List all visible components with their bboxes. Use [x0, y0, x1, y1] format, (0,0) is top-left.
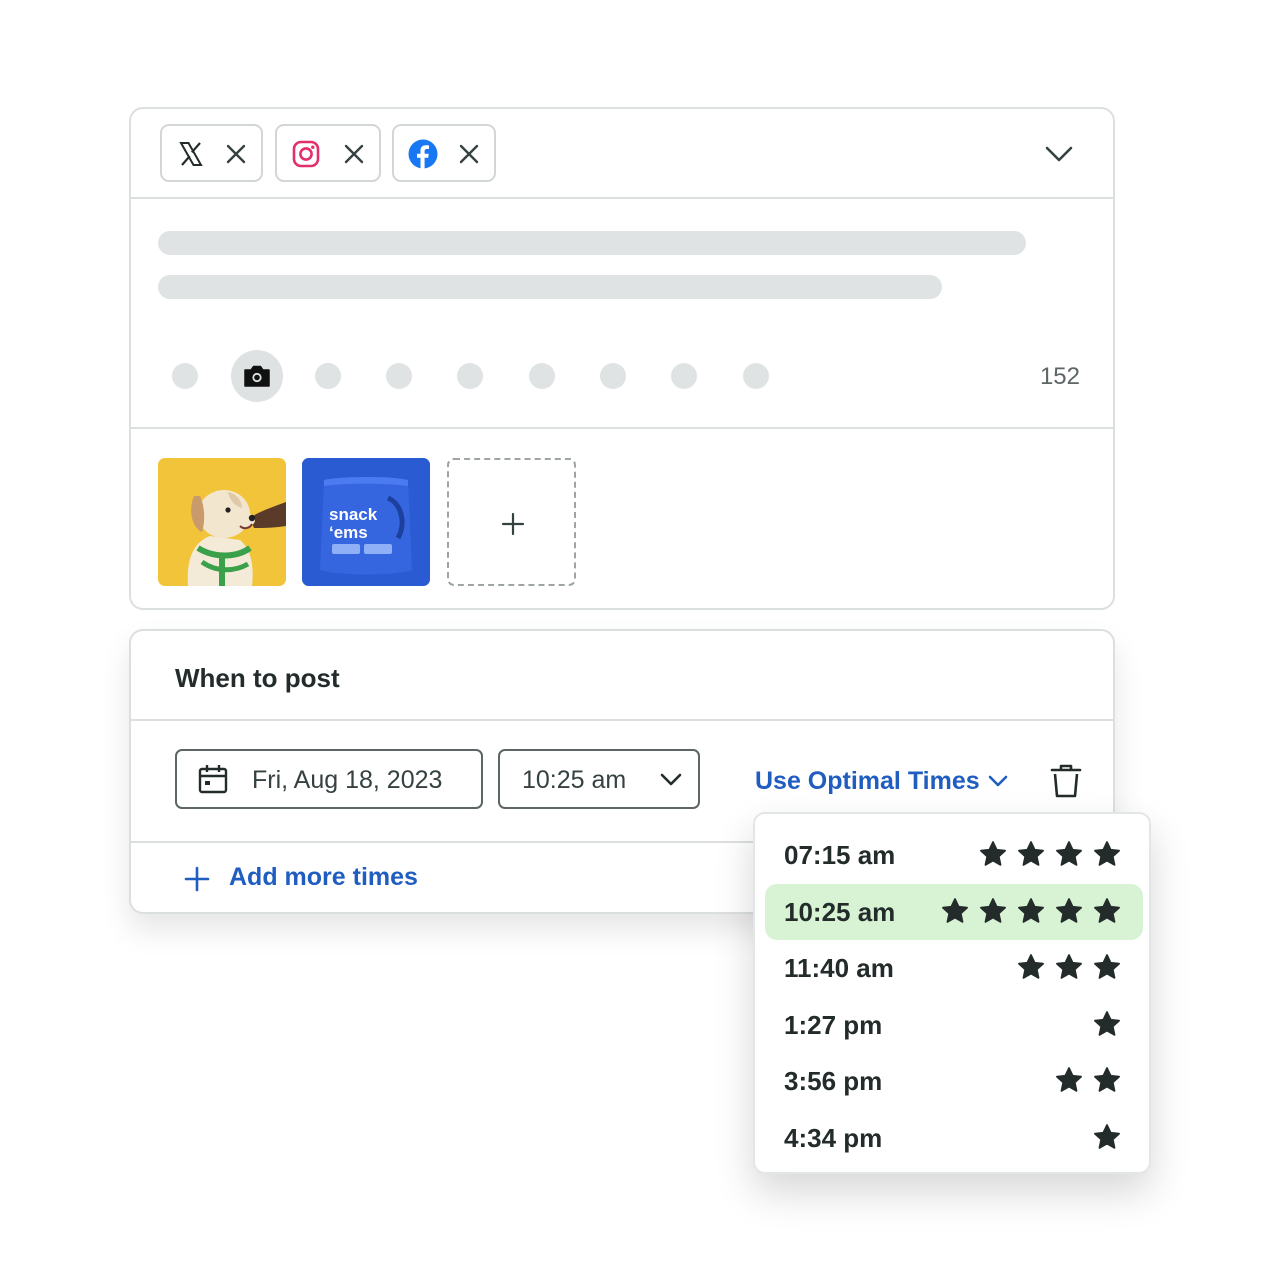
option-time: 07:15 am — [784, 840, 896, 870]
toolbar-button[interactable] — [671, 363, 697, 389]
option-time: 11:40 am — [784, 953, 894, 983]
add-media-button[interactable] — [447, 458, 576, 586]
network-chip-instagram[interactable] — [275, 124, 381, 182]
trash-icon[interactable] — [1047, 763, 1085, 799]
toolbar-button[interactable] — [386, 363, 412, 389]
toolbar-button[interactable] — [315, 363, 341, 389]
close-icon[interactable] — [341, 141, 367, 167]
plus-icon — [184, 866, 210, 892]
dog-image — [158, 458, 286, 586]
star-icon — [1056, 954, 1082, 979]
camera-button[interactable] — [231, 350, 283, 402]
optimal-times-label: Use Optimal Times — [755, 767, 980, 795]
star-icon — [1094, 1011, 1120, 1036]
facebook-logo-icon — [408, 139, 438, 169]
optimal-times-dropdown: 07:15 am 10:25 am 11:40 am 1:27 pm 3:56 … — [753, 812, 1151, 1174]
star-icon — [980, 898, 1006, 923]
star-icon — [942, 898, 968, 923]
media-thumbnail-product[interactable]: snack ‘ems — [302, 458, 430, 586]
snack-label-line2: ‘ems — [329, 523, 368, 542]
rating-stars — [1017, 953, 1121, 983]
rating-stars — [1055, 1066, 1121, 1096]
option-time: 10:25 am — [784, 897, 896, 927]
camera-icon — [244, 365, 270, 387]
media-row: snack ‘ems — [131, 427, 1113, 586]
rating-stars — [941, 897, 1121, 927]
star-icon — [1094, 841, 1120, 866]
divider — [131, 719, 1113, 721]
star-icon — [1018, 898, 1044, 923]
date-value: Fri, Aug 18, 2023 — [252, 766, 443, 794]
snack-bag-image: snack ‘ems — [302, 458, 430, 586]
add-more-times-label: Add more times — [229, 863, 418, 891]
star-icon — [1018, 954, 1044, 979]
star-icon — [1056, 1067, 1082, 1092]
star-icon — [1094, 1067, 1120, 1092]
calendar-icon — [198, 765, 228, 794]
option-time: 3:56 pm — [784, 1066, 883, 1096]
star-icon — [980, 841, 1006, 866]
chevron-down-icon[interactable] — [1041, 139, 1077, 169]
network-chip-x[interactable] — [160, 124, 263, 182]
star-icon — [1094, 954, 1120, 979]
star-icon — [1094, 1124, 1120, 1149]
option-time: 1:27 pm — [784, 1010, 883, 1040]
text-placeholder-line — [158, 275, 942, 299]
instagram-logo-icon — [292, 140, 320, 168]
optimal-time-option-selected[interactable]: 10:25 am — [765, 884, 1143, 940]
snack-label-line1: snack — [329, 505, 378, 524]
star-icon — [1018, 841, 1044, 866]
date-picker[interactable]: Fri, Aug 18, 2023 — [175, 749, 483, 809]
close-icon[interactable] — [223, 141, 249, 167]
star-icon — [1056, 841, 1082, 866]
toolbar-button[interactable] — [457, 363, 483, 389]
optimal-time-option[interactable]: 3:56 pm — [765, 1053, 1143, 1109]
time-value: 10:25 am — [522, 766, 627, 794]
character-count: 152 — [1039, 363, 1080, 390]
network-selector — [131, 109, 1113, 199]
plus-icon — [501, 512, 525, 536]
optimal-time-option[interactable]: 11:40 am — [765, 940, 1143, 996]
rating-stars — [1093, 1010, 1121, 1040]
toolbar-button[interactable] — [743, 363, 769, 389]
rating-stars — [1093, 1123, 1121, 1153]
toolbar-button[interactable] — [529, 363, 555, 389]
network-chip-facebook[interactable] — [392, 124, 496, 182]
option-time: 4:34 pm — [784, 1123, 883, 1153]
star-icon — [1094, 898, 1120, 923]
star-icon — [1056, 898, 1082, 923]
close-icon[interactable] — [456, 141, 482, 167]
x-logo-icon — [179, 142, 203, 166]
toolbar-button[interactable] — [172, 363, 198, 389]
schedule-title: When to post — [175, 663, 340, 693]
rating-stars — [979, 840, 1121, 870]
chevron-down-icon — [660, 773, 682, 786]
post-composer: 152 snack ‘ems — [129, 107, 1115, 610]
text-placeholder-line — [158, 231, 1026, 255]
media-thumbnail-dog[interactable] — [158, 458, 286, 586]
chevron-down-icon — [988, 775, 1008, 787]
optimal-time-option[interactable]: 4:34 pm — [765, 1110, 1143, 1166]
optimal-time-option[interactable]: 1:27 pm — [765, 997, 1143, 1053]
optimal-time-option[interactable]: 07:15 am — [765, 827, 1143, 883]
use-optimal-times-button[interactable]: Use Optimal Times — [755, 767, 1008, 796]
toolbar-button[interactable] — [600, 363, 626, 389]
time-select[interactable]: 10:25 am — [498, 749, 700, 809]
